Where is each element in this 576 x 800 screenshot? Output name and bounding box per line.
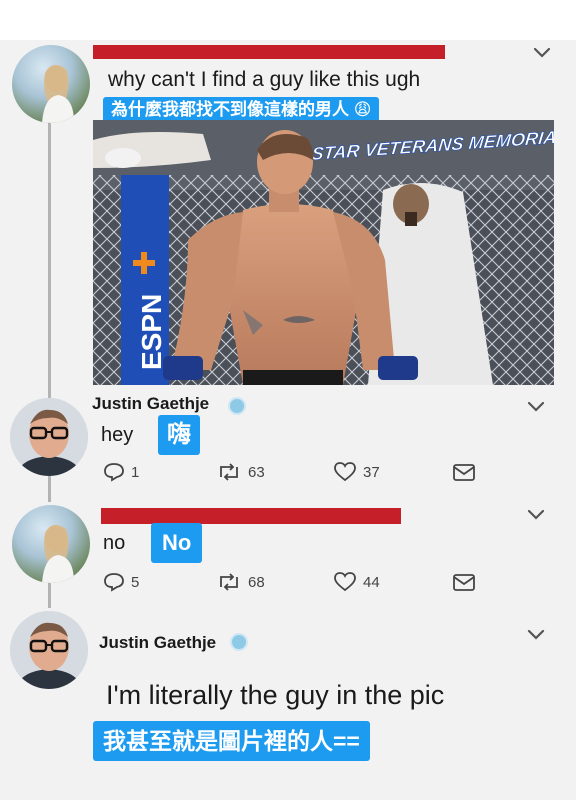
chevron-down-icon[interactable] (532, 46, 552, 60)
avatar-image (10, 611, 88, 689)
avatar-image (42, 64, 74, 123)
tweet-text: hey (101, 424, 134, 446)
avatar-justin-gaethje[interactable] (10, 611, 88, 689)
redacted-username (101, 508, 401, 524)
translation-subtitle: 嗨 (158, 415, 200, 455)
retweet-action[interactable]: 63 (216, 461, 265, 483)
like-count: 44 (363, 573, 380, 591)
reply-icon (104, 573, 124, 592)
avatar-justin-gaethje[interactable] (10, 398, 88, 476)
thread-line (48, 118, 51, 400)
heart-icon (334, 462, 356, 482)
direct-message-action[interactable] (452, 461, 476, 483)
retweet-icon (220, 573, 238, 591)
chevron-down-icon[interactable] (526, 508, 546, 522)
reply-action[interactable]: 5 (103, 571, 139, 593)
tweet-text: why can't I find a guy like this ugh (108, 68, 421, 91)
heart-icon (334, 572, 356, 592)
translation-subtitle: No (151, 523, 203, 563)
reply-icon (104, 463, 124, 482)
author-name[interactable]: Justin Gaethje (99, 633, 216, 653)
author-name[interactable]: Justin Gaethje (92, 394, 209, 414)
message-icon (453, 574, 475, 591)
retweet-icon (220, 463, 238, 481)
fighter-photo-illustration: ESPN STAR VETERANS MEMORIAL (93, 120, 554, 385)
tweet-photo[interactable]: ESPN STAR VETERANS MEMORIAL (93, 120, 554, 385)
avatar-original-poster[interactable] (12, 45, 90, 123)
message-icon (453, 464, 475, 481)
reply-action[interactable]: 1 (103, 461, 139, 483)
thread-line (48, 472, 51, 502)
reply-count: 5 (131, 573, 140, 591)
avatar-image (42, 524, 74, 583)
direct-message-action[interactable] (452, 571, 476, 593)
retweet-action[interactable]: 68 (216, 571, 265, 593)
reply-count: 1 (131, 463, 140, 481)
avatar-image (10, 398, 88, 476)
verified-badge-icon (230, 633, 248, 651)
translation-subtitle: 我甚至就是圖片裡的人== (93, 721, 370, 761)
like-action[interactable]: 44 (333, 571, 380, 593)
retweet-count: 68 (248, 573, 265, 591)
retweet-count: 63 (248, 463, 265, 481)
avatar-original-poster[interactable] (12, 505, 90, 583)
like-count: 37 (363, 463, 380, 481)
verified-badge-icon (228, 397, 246, 415)
like-action[interactable]: 37 (333, 461, 380, 483)
tweet-text: no (103, 532, 126, 554)
chevron-down-icon[interactable] (526, 400, 546, 414)
redacted-username (93, 45, 445, 59)
cage-logo-text: ESPN (136, 294, 167, 370)
tweet-text: I'm literally the guy in the pic (106, 680, 445, 710)
chevron-down-icon[interactable] (526, 628, 546, 642)
top-bar (0, 0, 576, 40)
